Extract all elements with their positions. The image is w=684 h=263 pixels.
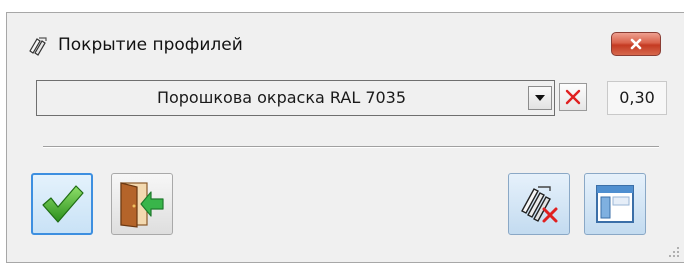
chevron-down-icon — [535, 95, 545, 101]
coating-select-value: Порошкова окраска RAL 7035 — [156, 88, 407, 107]
remove-coating-button[interactable] — [508, 173, 570, 235]
window-title: Покрытие профилей — [58, 35, 243, 55]
layout-button[interactable] — [584, 173, 646, 235]
dropdown-button[interactable] — [528, 86, 552, 110]
window-layout-icon — [596, 185, 634, 223]
coating-dialog: Покрытие профилей Порошкова окраска RAL … — [6, 12, 684, 263]
red-x-icon — [565, 89, 581, 105]
paint-brush-icon — [27, 35, 49, 57]
title-bar[interactable]: Покрытие профилей — [7, 13, 684, 69]
ok-button[interactable] — [31, 173, 93, 235]
green-checkmark-icon — [42, 185, 84, 223]
exit-door-icon — [120, 182, 164, 228]
coating-select[interactable]: Порошкова окраска RAL 7035 — [36, 80, 555, 116]
close-icon — [630, 38, 642, 50]
clear-coating-button[interactable] — [559, 83, 587, 111]
exit-button[interactable] — [111, 173, 173, 235]
close-button[interactable] — [611, 32, 661, 56]
resize-grip[interactable] — [668, 246, 680, 258]
separator — [43, 146, 659, 148]
coating-thickness-field[interactable]: 0,30 — [607, 81, 667, 115]
remove-coating-icon — [521, 186, 558, 223]
